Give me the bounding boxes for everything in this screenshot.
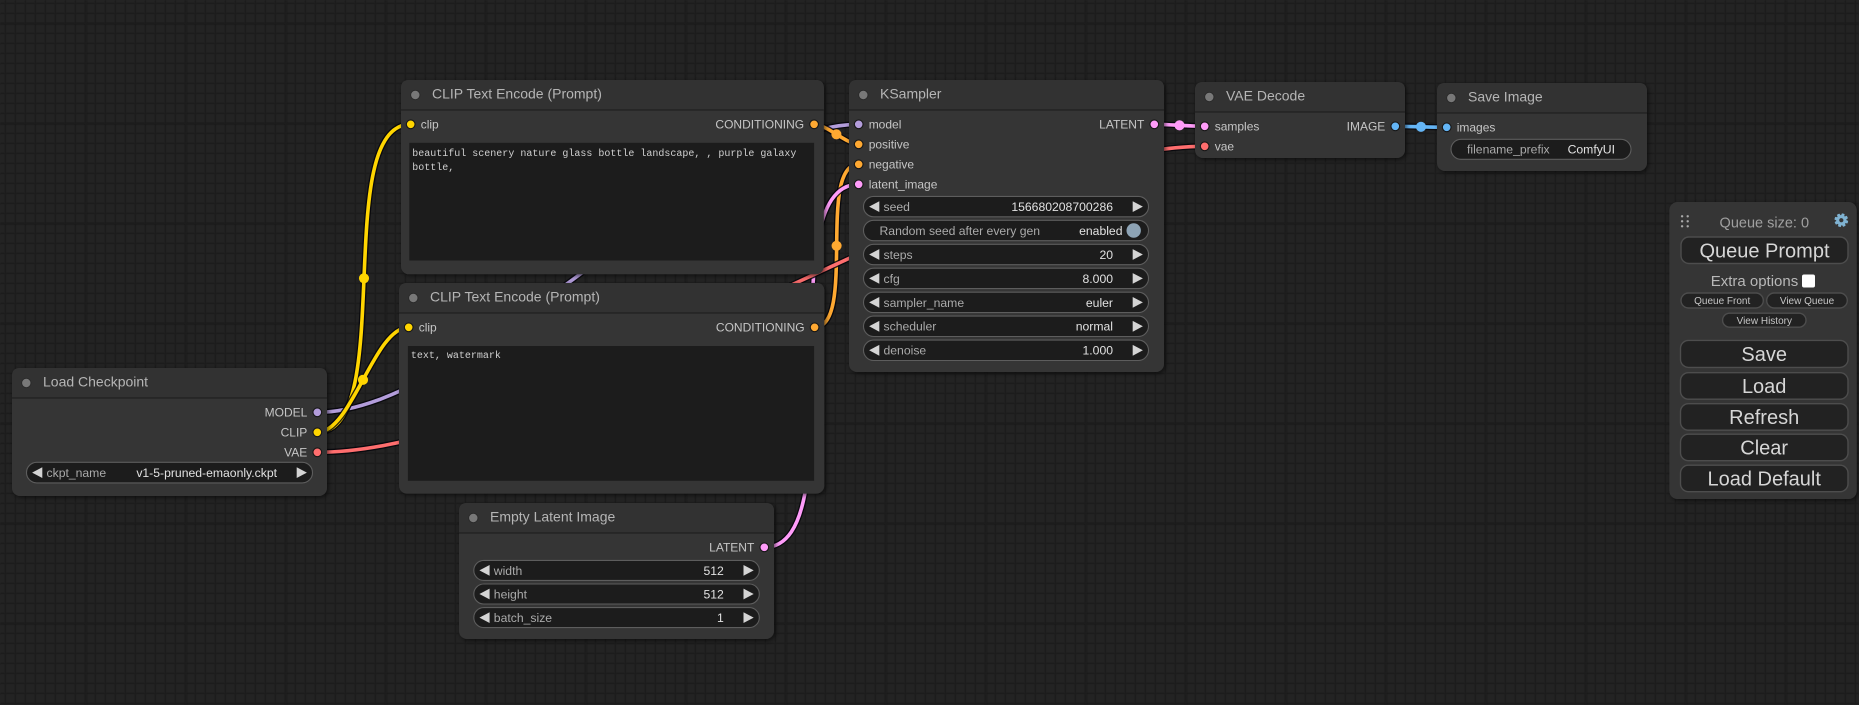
svg-text:512: 512: [703, 564, 724, 578]
svg-text:Load: Load: [1742, 376, 1787, 398]
svg-text:CLIP Text Encode (Prompt): CLIP Text Encode (Prompt): [430, 288, 600, 304]
svg-text:Extra options: Extra options: [1711, 273, 1799, 290]
svg-text:samples: samples: [1215, 120, 1260, 134]
svg-text:width: width: [493, 564, 522, 578]
svg-text:positive: positive: [869, 138, 910, 152]
svg-text:Random seed after every gen: Random seed after every gen: [880, 224, 1041, 238]
svg-text:1: 1: [717, 611, 724, 625]
svg-text:8.000: 8.000: [1083, 272, 1114, 286]
svg-text:batch_size: batch_size: [494, 611, 552, 625]
svg-text:View History: View History: [1737, 316, 1792, 327]
svg-text:Refresh: Refresh: [1729, 407, 1799, 429]
svg-text:CLIP Text Encode (Prompt): CLIP Text Encode (Prompt): [432, 85, 602, 101]
svg-text:ckpt_name: ckpt_name: [47, 466, 107, 480]
svg-text:Save: Save: [1741, 344, 1787, 366]
svg-text:LATENT: LATENT: [1099, 118, 1145, 132]
svg-text:clip: clip: [419, 321, 437, 335]
svg-text:scheduler: scheduler: [884, 320, 937, 334]
svg-text:bottle,: bottle,: [412, 162, 454, 174]
svg-text:156680208700286: 156680208700286: [1011, 200, 1113, 214]
svg-text:steps: steps: [884, 248, 913, 262]
svg-text:ComfyUI: ComfyUI: [1568, 143, 1615, 157]
svg-text:negative: negative: [869, 158, 915, 172]
svg-text:beautiful scenery nature glass: beautiful scenery nature glass bottle la…: [412, 148, 796, 160]
svg-text:20: 20: [1099, 248, 1113, 262]
svg-text:sampler_name: sampler_name: [884, 296, 965, 310]
svg-text:images: images: [1457, 121, 1496, 135]
svg-text:KSampler: KSampler: [880, 85, 942, 101]
svg-text:Queue Front: Queue Front: [1694, 296, 1750, 307]
svg-text:latent_image: latent_image: [869, 178, 938, 192]
svg-text:Empty Latent Image: Empty Latent Image: [490, 508, 616, 524]
svg-text:Load Checkpoint: Load Checkpoint: [43, 373, 148, 389]
svg-text:v1-5-pruned-emaonly.ckpt: v1-5-pruned-emaonly.ckpt: [136, 466, 277, 480]
svg-text:VAE: VAE: [284, 446, 307, 460]
svg-text:cfg: cfg: [884, 272, 900, 286]
svg-text:enabled: enabled: [1079, 224, 1122, 238]
svg-text:VAE Decode: VAE Decode: [1226, 87, 1305, 103]
svg-text:1.000: 1.000: [1083, 344, 1114, 358]
svg-text:seed: seed: [884, 200, 910, 214]
svg-text:normal: normal: [1076, 320, 1113, 334]
svg-text:MODEL: MODEL: [265, 406, 308, 420]
svg-text:model: model: [869, 118, 902, 132]
svg-text:Queue size: 0: Queue size: 0: [1720, 216, 1809, 232]
svg-text:View Queue: View Queue: [1780, 296, 1835, 307]
svg-text:denoise: denoise: [884, 344, 927, 358]
svg-text:Save Image: Save Image: [1468, 88, 1543, 104]
svg-text:vae: vae: [1215, 140, 1235, 154]
svg-text:512: 512: [703, 587, 724, 601]
svg-text:CONDITIONING: CONDITIONING: [716, 321, 805, 335]
svg-text:Queue Prompt: Queue Prompt: [1699, 240, 1830, 262]
svg-text:height: height: [494, 587, 528, 601]
svg-text:IMAGE: IMAGE: [1347, 120, 1386, 134]
svg-text:LATENT: LATENT: [709, 541, 755, 555]
svg-text:CONDITIONING: CONDITIONING: [715, 118, 804, 132]
svg-text:Load Default: Load Default: [1707, 469, 1821, 491]
svg-text:filename_prefix: filename_prefix: [1467, 143, 1550, 157]
svg-text:text, watermark: text, watermark: [411, 350, 501, 362]
svg-text:clip: clip: [421, 118, 439, 132]
svg-text:CLIP: CLIP: [281, 426, 308, 440]
svg-text:Clear: Clear: [1740, 438, 1788, 460]
svg-text:euler: euler: [1086, 296, 1113, 310]
